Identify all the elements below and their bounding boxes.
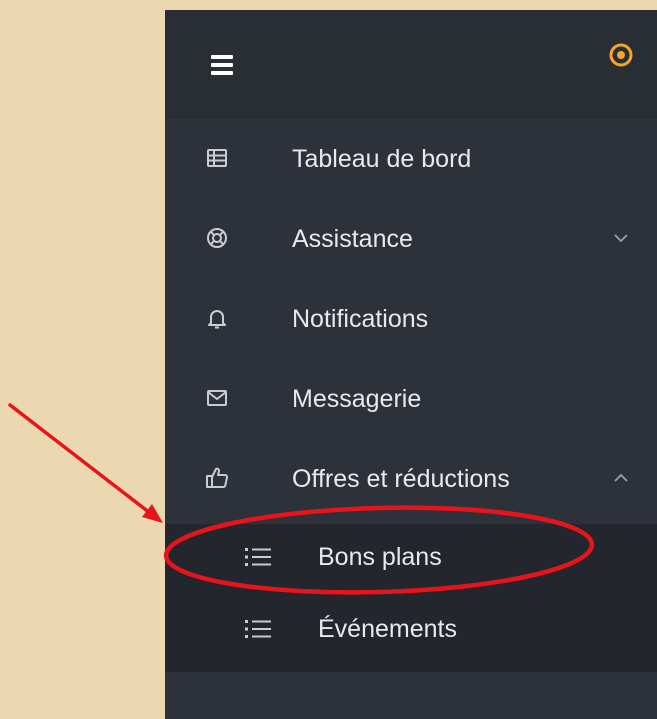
lifebuoy-icon: [205, 226, 229, 250]
chevron-down-icon[interactable]: [612, 229, 630, 247]
submenu-offres: Bons plans Événements: [165, 524, 657, 672]
sidebar-item-tableau-de-bord[interactable]: Tableau de bord: [165, 121, 657, 201]
table-icon: [205, 146, 229, 170]
thumbs-up-icon: [205, 466, 229, 490]
sidebar: Tableau de bord Assistance Notifications…: [165, 10, 657, 719]
sidebar-item-label: Tableau de bord: [292, 145, 472, 173]
submenu-item-label: Événements: [318, 615, 457, 643]
chevron-up-icon[interactable]: [612, 469, 630, 487]
sidebar-item-messagerie[interactable]: Messagerie: [165, 361, 657, 441]
list-icon: [245, 546, 271, 568]
bell-icon: [205, 306, 229, 330]
sidebar-item-offres-et-reductions[interactable]: Offres et réductions: [165, 441, 657, 521]
sidebar-item-label: Notifications: [292, 305, 429, 333]
submenu-item-evenements[interactable]: Événements: [165, 596, 657, 668]
sidebar-item-notifications[interactable]: Notifications: [165, 281, 657, 361]
annotation-arrow: [8, 403, 163, 523]
sidebar-item-label: Messagerie: [292, 385, 422, 413]
sidebar-header: [165, 10, 657, 118]
sidebar-item-label: Offres et réductions: [292, 465, 510, 493]
screenshot-stage: Tableau de bord Assistance Notifications…: [0, 0, 657, 719]
submenu-item-bons-plans[interactable]: Bons plans: [165, 524, 657, 596]
sidebar-item-assistance[interactable]: Assistance: [165, 201, 657, 281]
sidebar-menu: Tableau de bord Assistance Notifications…: [165, 121, 657, 521]
sidebar-item-label: Assistance: [292, 225, 413, 253]
hamburger-icon[interactable]: [207, 53, 241, 79]
envelope-icon: [205, 386, 229, 410]
submenu-item-label: Bons plans: [318, 543, 442, 571]
list-icon: [245, 618, 271, 640]
target-icon[interactable]: [606, 40, 636, 70]
